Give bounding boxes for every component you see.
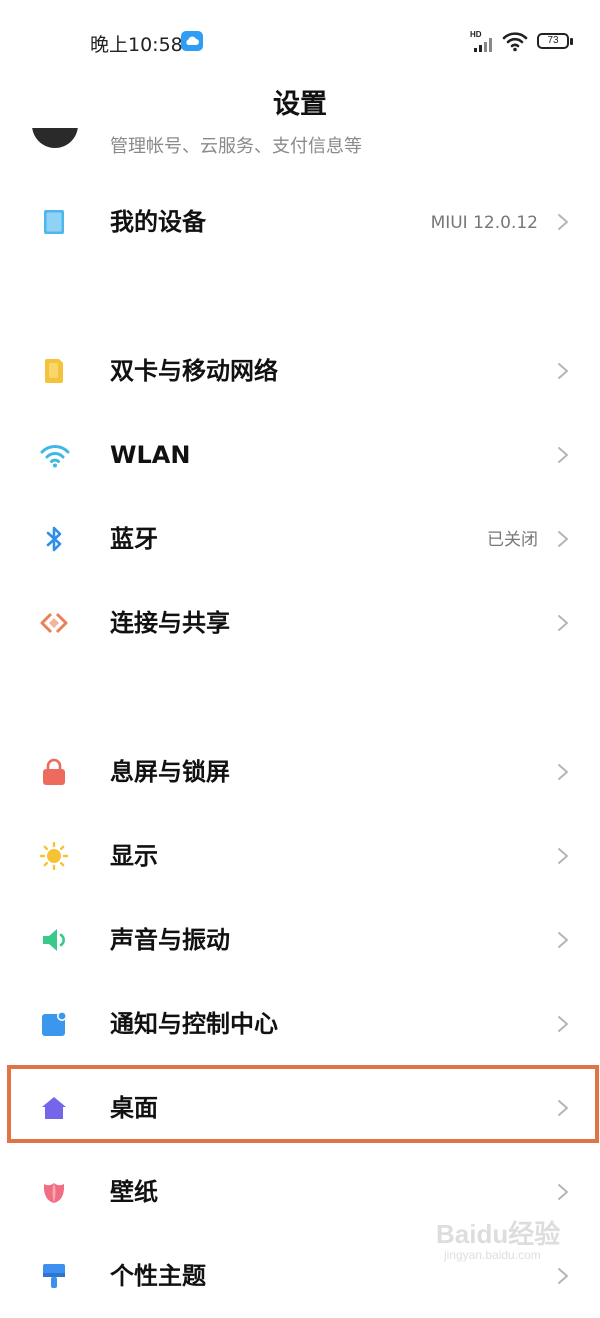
settings-item-bluetooth[interactable]: 蓝牙 已关闭	[0, 497, 600, 581]
item-value: 已关闭	[487, 530, 538, 550]
account-row[interactable]: 管理帐号、云服务、支付信息等	[0, 128, 600, 156]
tulip-icon	[40, 1178, 68, 1206]
lock-icon	[40, 758, 68, 786]
settings-item-sim-network[interactable]: 双卡与移动网络	[0, 329, 600, 413]
chevron-right-icon	[558, 1016, 568, 1032]
item-label: 显示	[110, 842, 158, 870]
watermark-subtext: jingyan.baidu.com	[444, 1248, 541, 1262]
chevron-right-icon	[558, 932, 568, 948]
item-label: 声音与振动	[110, 926, 230, 954]
chevron-right-icon	[558, 1268, 568, 1284]
sim-card-icon	[40, 357, 68, 385]
share-icon	[40, 609, 68, 637]
battery-icon: 73	[537, 33, 569, 49]
brush-icon	[40, 1262, 68, 1290]
chevron-right-icon	[558, 531, 568, 547]
cloud-icon	[181, 31, 203, 51]
item-label: 息屏与锁屏	[110, 758, 230, 786]
chevron-right-icon	[558, 363, 568, 379]
chevron-right-icon	[558, 214, 568, 230]
chevron-right-icon	[558, 447, 568, 463]
item-label: 个性主题	[110, 1262, 206, 1290]
item-value: MIUI 12.0.12	[430, 213, 538, 233]
settings-item-wlan[interactable]: WLAN	[0, 413, 600, 497]
watermark-text: Baidu经验	[436, 1219, 561, 1249]
chevron-right-icon	[558, 848, 568, 864]
status-time: 晚上10:58	[90, 34, 183, 56]
settings-item-my-device[interactable]: 我的设备 MIUI 12.0.12	[0, 180, 600, 264]
battery-cap	[570, 38, 573, 45]
item-label: 通知与控制中心	[110, 1010, 278, 1038]
status-bar: 晚上10:58 HD 73	[0, 0, 600, 80]
settings-item-notification-control[interactable]: 通知与控制中心	[0, 982, 600, 1066]
speaker-icon	[40, 926, 68, 954]
settings-item-sound-vibration[interactable]: 声音与振动	[0, 898, 600, 982]
notification-icon	[40, 1010, 68, 1038]
page-title: 设置	[273, 89, 327, 120]
item-label: WLAN	[110, 441, 191, 469]
account-subtitle: 管理帐号、云服务、支付信息等	[110, 136, 362, 156]
battery-level: 73	[547, 35, 559, 46]
watermark: Baidu经验 jingyan.baidu.com	[424, 1208, 564, 1268]
item-label: 双卡与移动网络	[110, 357, 278, 385]
chevron-right-icon	[558, 1184, 568, 1200]
settings-item-connection-sharing[interactable]: 连接与共享	[0, 581, 600, 665]
bluetooth-icon	[40, 525, 68, 553]
chevron-right-icon	[558, 764, 568, 780]
avatar	[32, 128, 78, 148]
item-label: 连接与共享	[110, 609, 230, 637]
highlight-box	[7, 1065, 599, 1143]
item-label: 我的设备	[110, 208, 206, 236]
wifi-icon	[40, 441, 70, 469]
settings-item-display[interactable]: 显示	[0, 814, 600, 898]
settings-item-lock-screen[interactable]: 息屏与锁屏	[0, 730, 600, 814]
wifi-status-icon	[502, 30, 528, 56]
sun-icon	[39, 841, 69, 871]
item-label: 壁纸	[110, 1178, 158, 1206]
tablet-icon	[40, 208, 68, 236]
item-label: 蓝牙	[110, 525, 158, 553]
cellular-signal-icon: HD	[470, 30, 496, 52]
chevron-right-icon	[558, 615, 568, 631]
